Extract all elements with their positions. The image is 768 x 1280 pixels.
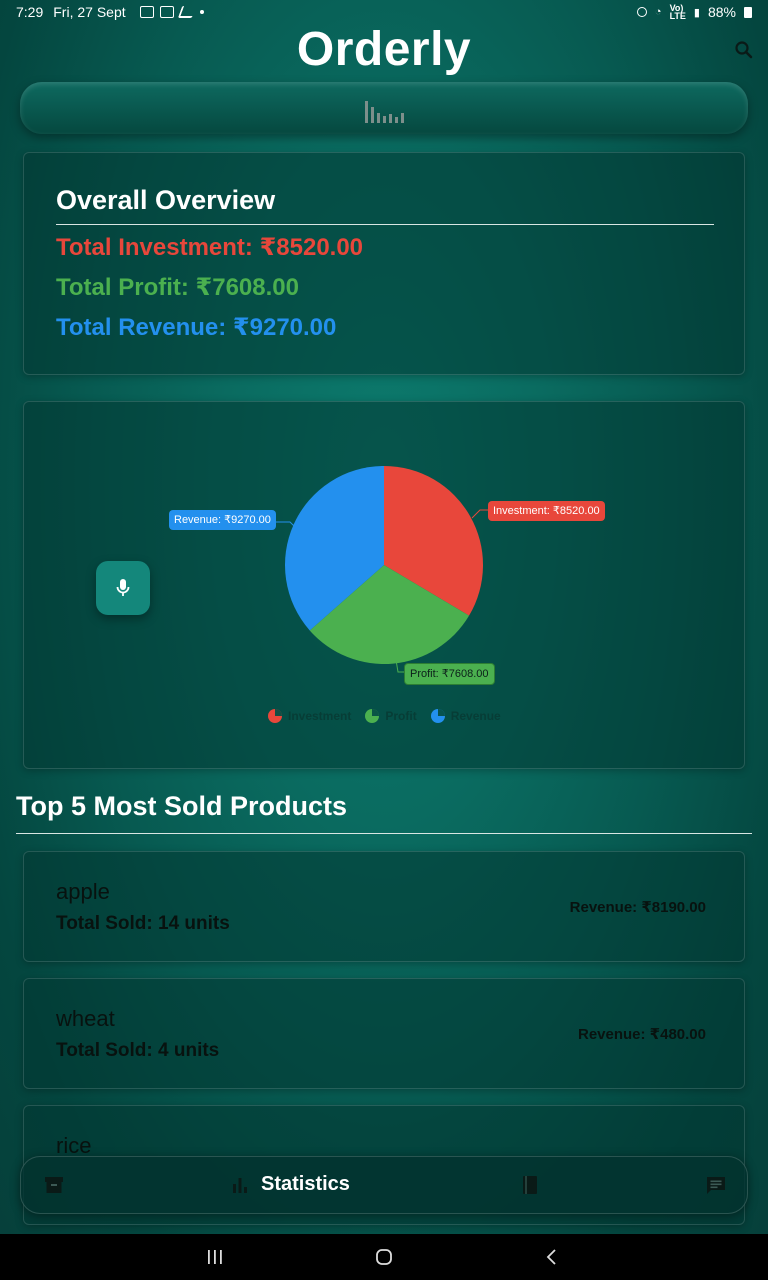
pie-slice-icon [268, 709, 282, 723]
total-profit: Total Profit: ₹7608.00 [56, 274, 299, 301]
battery-percent: 88% [707, 4, 736, 20]
legend-label: Investment [288, 709, 352, 723]
product-card[interactable]: apple Total Sold: 14 units Revenue: ₹819… [23, 851, 745, 962]
bar-chart-icon [233, 1177, 247, 1193]
archive-icon[interactable] [43, 1174, 65, 1196]
pie-slice-icon [365, 709, 380, 723]
system-nav-bar [0, 1234, 768, 1280]
network-icon: Vo) LTE [669, 3, 686, 21]
product-sold: Total Sold: 4 units [56, 1040, 220, 1061]
mic-button[interactable] [96, 561, 150, 615]
more-dot-icon [199, 10, 204, 14]
app-title: Orderly [296, 23, 472, 76]
status-time: 7:29 [16, 4, 44, 20]
chart-label-profit: Profit: ₹7608.00 [404, 663, 495, 685]
book-icon[interactable] [519, 1174, 541, 1196]
chart-label-revenue: Revenue: ₹9270.00 [169, 510, 276, 530]
bar-chart-icon[interactable] [364, 99, 404, 123]
signal-icon [177, 6, 196, 18]
alarm-icon [636, 7, 647, 17]
home-icon[interactable] [375, 1248, 393, 1266]
product-revenue: Revenue: ₹480.00 [577, 1026, 706, 1043]
wifi-icon: ◔ [654, 6, 662, 18]
legend-item-investment[interactable]: Investment [268, 709, 351, 723]
product-name: wheat [56, 1006, 115, 1031]
section-title: Top 5 Most Sold Products [16, 791, 348, 821]
gallery-icon [139, 6, 154, 18]
legend-label: Revenue [450, 709, 501, 723]
status-date: Fri, 27 Sept [53, 4, 126, 20]
section-divider [16, 833, 752, 834]
chart-legend: Investment Profit Revenue [268, 709, 501, 723]
product-name: apple [56, 879, 110, 904]
product-card[interactable]: wheat Total Sold: 4 units Revenue: ₹480.… [23, 978, 745, 1089]
mic-icon [116, 579, 130, 596]
legend-item-profit[interactable]: Profit [365, 709, 417, 723]
chart-label-investment: Investment: ₹8520.00 [488, 501, 605, 521]
overview-card: Overall Overview Total Investment: ₹8520… [23, 152, 745, 375]
top-toolbar [20, 82, 748, 134]
status-bar: 7:29 Fri, 27 Sept ◔ Vo) LTE ▮ 88% [0, 0, 768, 24]
overview-divider [56, 224, 714, 225]
nav-item-statistics[interactable]: Statistics [231, 1173, 350, 1196]
product-sold: Total Sold: 14 units [56, 913, 230, 934]
total-investment: Total Investment: ₹8520.00 [56, 234, 364, 261]
recent-apps-icon[interactable] [206, 1249, 224, 1265]
pie-slice-icon [430, 709, 445, 723]
back-icon[interactable] [545, 1248, 559, 1266]
legend-item-revenue[interactable]: Revenue [430, 709, 501, 723]
overview-title: Overall Overview [56, 185, 276, 215]
legend-label: Profit [385, 709, 417, 723]
search-icon[interactable] [734, 40, 754, 60]
nav-active-label: Statistics [261, 1173, 350, 1195]
cell-signal-icon: ▮ [693, 6, 700, 19]
product-revenue: Revenue: ₹8190.00 [569, 899, 706, 916]
total-revenue: Total Revenue: ₹9270.00 [56, 314, 337, 341]
bottom-nav: Statistics [20, 1156, 748, 1214]
chat-icon[interactable] [705, 1174, 727, 1196]
notification-icons [139, 6, 204, 18]
battery-icon [744, 6, 752, 18]
calendar-icon [159, 6, 174, 18]
